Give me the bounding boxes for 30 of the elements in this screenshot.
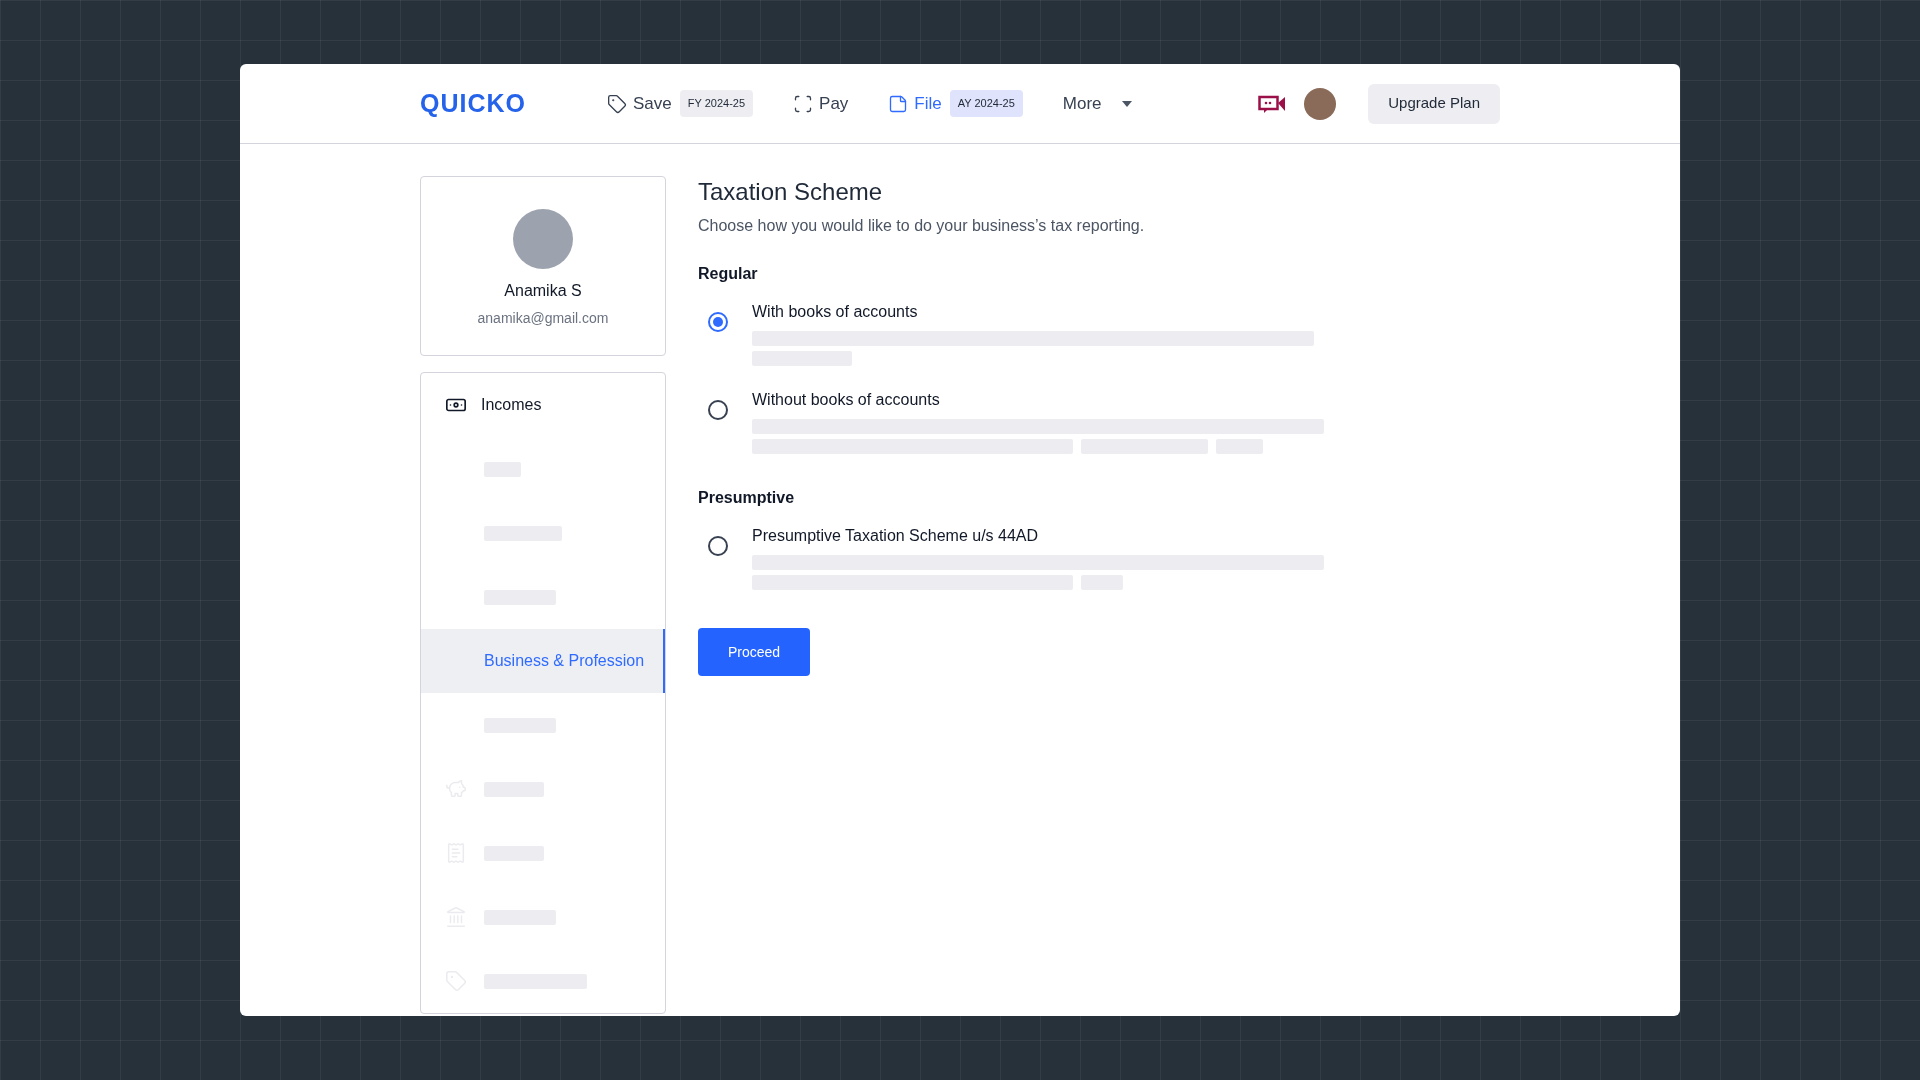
avatar[interactable] [1304, 87, 1337, 120]
menu-item[interactable]: Business & Profession [421, 629, 665, 693]
video-chat-icon[interactable] [1258, 93, 1287, 114]
option-label: Without books of accounts [752, 390, 941, 410]
profile-email: anamika@gmail.com [477, 309, 609, 328]
upgrade-plan-button[interactable]: Upgrade Plan [1368, 83, 1500, 124]
scan-icon [793, 93, 814, 114]
nav-link[interactable]: Pay [793, 90, 849, 117]
page-subtitle: Choose how you would like to do your business’s tax reporting. [698, 216, 1146, 236]
avatar [513, 209, 573, 269]
nav-link[interactable]: File [888, 90, 942, 117]
year-badge: AY 2024-25 [949, 90, 1023, 117]
caret-icon [1121, 100, 1132, 107]
nav-link[interactable]: Save [607, 90, 672, 117]
nav-link[interactable]: More [1062, 90, 1132, 117]
radio-button[interactable] [708, 536, 728, 556]
year-badge: FY 2024-25 [679, 90, 754, 117]
page-title: Taxation Scheme [698, 177, 884, 207]
note-icon [888, 93, 909, 114]
group-title: Presumptive [698, 488, 796, 508]
logo[interactable]: QUICKO [420, 84, 522, 123]
profile-name: Anamika S [504, 281, 582, 301]
proceed-button[interactable]: Proceed [698, 628, 810, 676]
option-label: With books of accounts [752, 302, 919, 322]
radio-button[interactable] [708, 312, 728, 332]
group-title: Regular [698, 264, 759, 284]
tag-icon [607, 93, 627, 114]
radio-button[interactable] [708, 400, 728, 420]
menu-section-title: Incomes [481, 395, 542, 415]
option-label: Presumptive Taxation Scheme u/s 44AD [752, 526, 1040, 546]
